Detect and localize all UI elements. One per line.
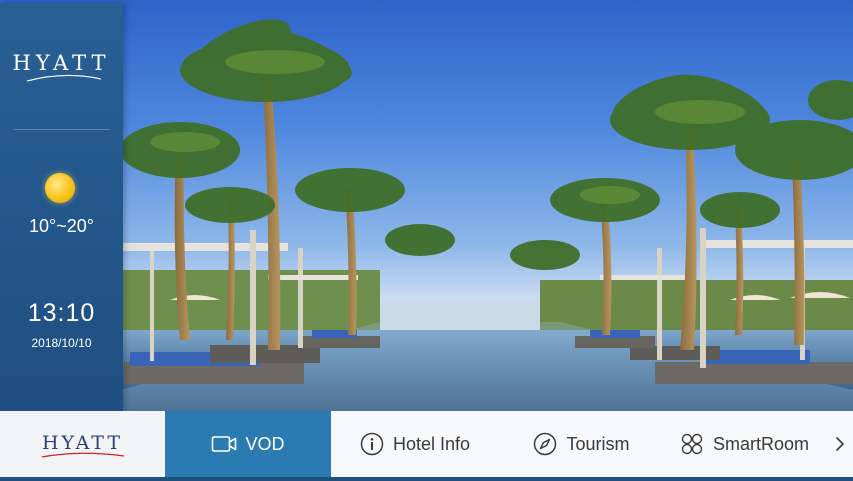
sidebar-divider: [14, 129, 110, 130]
tv-home-screen: HYATT 10°~20° 13:10 2018/10/10 HYATT VOD: [0, 0, 853, 481]
logo-swoosh-icon: [41, 452, 125, 458]
clock-date: 2018/10/10: [31, 336, 92, 350]
grid-icon: [679, 431, 705, 457]
info-sidebar: HYATT 10°~20° 13:10 2018/10/10: [0, 3, 123, 411]
menu-item-tourism[interactable]: Tourism: [498, 411, 664, 477]
menu-item-label: Hotel Info: [392, 433, 471, 454]
menu-brand-logo: HYATT: [0, 411, 165, 477]
menu-item-hotel-info[interactable]: Hotel Info: [331, 411, 498, 477]
menu-item-label: Tourism: [566, 433, 630, 454]
menu-next-button[interactable]: [826, 411, 853, 477]
compass-icon: [532, 431, 558, 457]
brand-logo: HYATT: [12, 51, 111, 75]
background-resort-image: [0, 0, 853, 411]
info-icon: [359, 431, 385, 457]
clock-time: 13:10: [27, 299, 96, 327]
menu-bottom-strip: [0, 477, 853, 481]
menu-item-label: VOD: [245, 433, 285, 454]
logo-swoosh-icon: [26, 74, 102, 82]
video-camera-icon: [211, 431, 237, 457]
sun-icon: [45, 173, 75, 203]
chevron-right-icon: [835, 437, 844, 451]
menu-item-vod[interactable]: VOD: [165, 411, 331, 477]
menu-item-label: SmartRoom: [712, 433, 810, 454]
temperature-range: 10°~20°: [29, 216, 94, 236]
menu-item-smartroom[interactable]: SmartRoom: [664, 411, 824, 477]
bottom-menu-bar: HYATT VOD Hotel Info Tourism SmartRoom: [0, 411, 853, 477]
